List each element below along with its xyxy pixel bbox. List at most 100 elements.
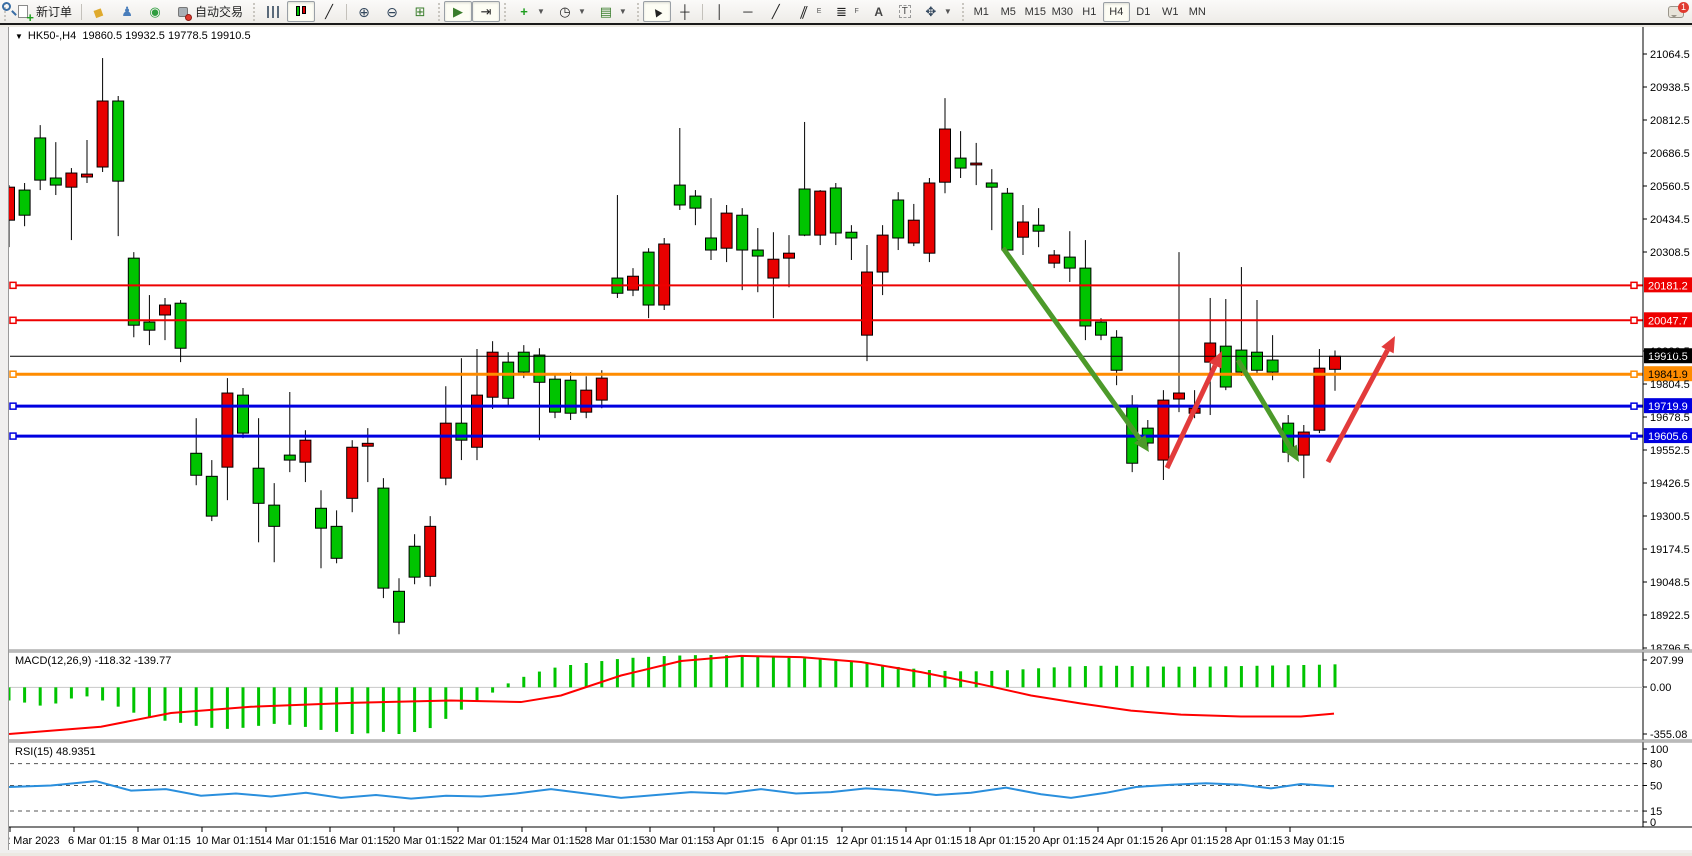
chart-title: ▼HK50-,H4 19860.5 19932.5 19778.5 19910.… — [15, 30, 251, 42]
crosshair-icon: ┼ — [677, 4, 693, 20]
candle-body-bear — [472, 395, 483, 447]
candlestick-chart-button[interactable] — [287, 1, 315, 22]
shapes-button[interactable]: ✥▼ — [917, 1, 958, 22]
timeframe-button-m1[interactable]: M1 — [968, 2, 995, 22]
market-button[interactable]: ♟ — [113, 1, 141, 22]
crosshair-button[interactable]: ┼ — [671, 1, 699, 22]
price-axis-tick-label: 19174.5 — [1650, 544, 1690, 556]
templates-button[interactable]: ▤▼ — [592, 1, 633, 22]
chat-icon[interactable]: 1 — [1668, 6, 1684, 18]
periods-button[interactable]: ◷▼ — [551, 1, 592, 22]
line-handle[interactable] — [10, 403, 16, 409]
date-axis-label: 22 Mar 01:15 — [452, 835, 517, 847]
timeframe-button-mn[interactable]: MN — [1184, 2, 1211, 22]
candle-body-bull — [986, 183, 997, 187]
vertical-line-icon: │ — [712, 4, 728, 20]
price-axis-tick-label: 20560.5 — [1650, 181, 1690, 193]
candle-body-bear — [425, 526, 436, 576]
signals-icon: ◉ — [147, 4, 163, 20]
candle-body-bull — [19, 190, 30, 215]
auto-trading-label: 自动交易 — [195, 3, 243, 20]
cursor-button[interactable]: ▲ — [643, 1, 671, 22]
new-order-button[interactable]: + 新订单 — [10, 1, 78, 22]
timeframe-button-w1[interactable]: W1 — [1157, 2, 1184, 22]
vertical-line-button[interactable]: │ — [706, 1, 734, 22]
toolbar-drag-handle[interactable] — [502, 3, 508, 21]
bar-chart-button[interactable] — [259, 1, 287, 22]
text-label-button[interactable]: T — [893, 1, 917, 22]
line-handle[interactable] — [1631, 371, 1637, 377]
toolbar-drag-handle[interactable] — [635, 3, 641, 21]
candle-body-bull — [284, 455, 295, 460]
timeframe-button-m5[interactable]: M5 — [995, 2, 1022, 22]
line-handle[interactable] — [1631, 403, 1637, 409]
date-axis-label: 6 Apr 01:15 — [772, 835, 828, 847]
horizontal-line-button[interactable]: ─ — [734, 1, 762, 22]
toolbar-drag-handle[interactable] — [960, 3, 966, 21]
search-icon[interactable] — [2, 2, 11, 11]
line-handle[interactable] — [10, 317, 16, 323]
line-handle[interactable] — [1631, 433, 1637, 439]
collapse-icon[interactable]: ▼ — [15, 32, 23, 41]
auto-trading-button[interactable]: 自动交易 — [169, 1, 249, 22]
line-chart-button[interactable]: ╱ — [315, 1, 343, 22]
tile-windows-button[interactable]: ⊞ — [406, 1, 434, 22]
candle-body-bull — [316, 508, 327, 528]
price-chart-canvas[interactable]: 20181.220047.719841.919719.919605.619910… — [9, 27, 1692, 850]
bar-chart-icon — [265, 4, 281, 20]
marker-button[interactable]: ◆ — [85, 1, 113, 22]
zoom-out-icon: ⊖ — [384, 4, 400, 20]
date-axis-label: 14 Mar 01:15 — [260, 835, 325, 847]
candle-body-bear — [440, 423, 451, 478]
candle-body-bull — [565, 380, 576, 413]
line-handle[interactable] — [10, 433, 16, 439]
candle-body-bull — [35, 138, 46, 180]
price-axis-tick-label: 19300.5 — [1650, 511, 1690, 523]
timeframe-toolbar: M1M5M15M30H1H4D1W1MN — [968, 2, 1211, 22]
auto-scroll-button[interactable]: ▶ — [444, 1, 472, 22]
candle-body-bear — [82, 174, 93, 177]
timeframe-button-h1[interactable]: H1 — [1076, 2, 1103, 22]
candle-body-bull — [409, 546, 420, 577]
toolbar-drag-handle[interactable] — [436, 3, 442, 21]
timeframe-button-m15[interactable]: M15 — [1022, 2, 1049, 22]
candle-body-bull — [206, 476, 217, 516]
candle-body-bear — [659, 244, 670, 305]
date-axis-label: 28 Apr 01:15 — [1220, 835, 1282, 847]
indicators-button[interactable]: +▼ — [510, 1, 551, 22]
zoom-out-button[interactable]: ⊖ — [378, 1, 406, 22]
date-axis-label: 3 May 01:15 — [1284, 835, 1345, 847]
text-button[interactable]: A — [865, 1, 893, 22]
line-handle[interactable] — [10, 371, 16, 377]
candle-body-bull — [191, 453, 202, 475]
chart-area[interactable]: ▼HK50-,H4 19860.5 19932.5 19778.5 19910.… — [8, 27, 1692, 850]
timeframe-button-d1[interactable]: D1 — [1130, 2, 1157, 22]
timeframe-button-m30[interactable]: M30 — [1049, 2, 1076, 22]
line-handle[interactable] — [1631, 317, 1637, 323]
ohlc-values: 19860.5 19932.5 19778.5 19910.5 — [82, 30, 250, 42]
signals-button[interactable]: ◉ — [141, 1, 169, 22]
toolbar-drag-handle[interactable] — [251, 3, 257, 21]
new-order-label: 新订单 — [36, 3, 72, 20]
candle-body-bull — [534, 355, 545, 382]
candle-body-bear — [581, 390, 592, 412]
price-line-label: 19605.6 — [1648, 431, 1688, 443]
candle-body-bull — [893, 200, 904, 238]
candle-body-bull — [113, 101, 124, 181]
clock-icon: ◷ — [557, 4, 573, 20]
line-handle[interactable] — [10, 282, 16, 288]
channel-button[interactable]: ∥E — [790, 1, 828, 22]
fibonacci-button[interactable]: ≣F — [827, 1, 864, 22]
date-axis-label: 14 Apr 01:15 — [900, 835, 962, 847]
zoom-in-button[interactable]: ⊕ — [350, 1, 378, 22]
price-line-label: 20181.2 — [1648, 280, 1688, 292]
trendline-button[interactable]: ╱ — [762, 1, 790, 22]
line-handle[interactable] — [1631, 282, 1637, 288]
chart-shift-icon: ⇥ — [478, 4, 494, 20]
candle-body-bull — [378, 488, 389, 588]
timeframe-button-h4[interactable]: H4 — [1103, 2, 1130, 22]
indicators-icon: + — [516, 4, 532, 20]
candle-body-bull — [830, 188, 841, 233]
chart-shift-button[interactable]: ⇥ — [472, 1, 500, 22]
date-axis-label: 24 Mar 01:15 — [516, 835, 581, 847]
